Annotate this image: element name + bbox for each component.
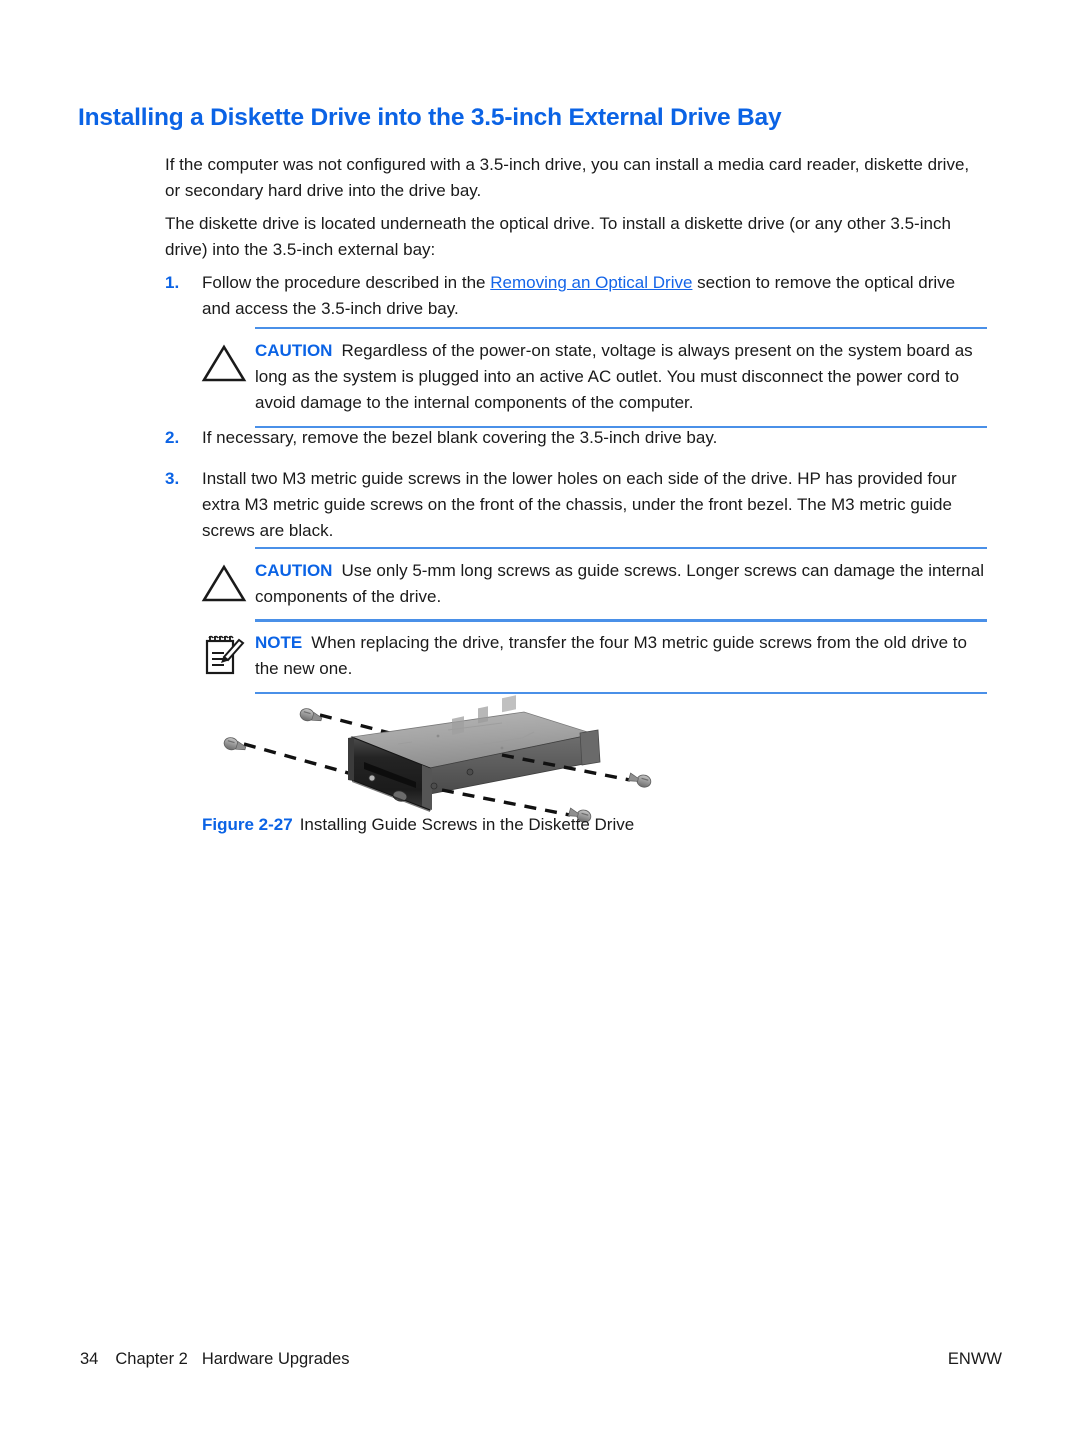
caution-callout: CAUTION Regardless of the power-on state,… xyxy=(200,327,987,428)
step-text: Install two M3 metric guide screws in th… xyxy=(202,469,957,540)
footer-chapter: Chapter 2 xyxy=(115,1350,188,1368)
footer-chapter-title: Hardware Upgrades xyxy=(201,1350,350,1368)
step-number: 1. xyxy=(165,273,180,292)
step-number: 3. xyxy=(165,469,180,488)
step-text: Follow the procedure described in the Re… xyxy=(202,270,987,322)
caution-text-block: CAUTION Use only 5-mm long screws as guid… xyxy=(255,547,987,622)
intro-paragraph-2: The diskette drive is located underneath… xyxy=(165,214,951,259)
caution-label: CAUTION xyxy=(255,561,333,580)
caution-text-block: CAUTION Regardless of the power-on state,… xyxy=(255,327,987,428)
note-text-block: NOTE When replacing the drive, transfer t… xyxy=(255,619,987,694)
step-text-before-link: Follow the procedure described in the xyxy=(202,273,491,292)
callout-rule-top xyxy=(255,327,987,329)
caution-triangle-icon xyxy=(200,561,248,605)
caution-label: CAUTION xyxy=(255,341,333,360)
callout-rule-top xyxy=(255,547,987,549)
list-item: 3. Install two M3 metric guide screws in… xyxy=(165,466,987,544)
figure-caption: Figure 2-27 Installing Guide Screws in th… xyxy=(202,814,634,836)
guide-screw xyxy=(627,772,652,788)
step-text: If necessary, remove the bezel blank cov… xyxy=(202,428,718,447)
caution-callout: CAUTION Use only 5-mm long screws as guid… xyxy=(200,547,987,622)
page-number: 34 xyxy=(80,1350,99,1368)
document-page: Installing a Diskette Drive into the 3.5… xyxy=(0,0,1080,1437)
note-text: When replacing the drive, transfer the f… xyxy=(255,633,967,678)
callout-rule-top xyxy=(255,619,987,621)
caution-text: Regardless of the power-on state, voltag… xyxy=(255,341,973,412)
footer-language-code: ENWW xyxy=(947,1350,1002,1368)
caution-text: Use only 5-mm long screws as guide screw… xyxy=(255,561,984,606)
list-item: 1. Follow the procedure described in the… xyxy=(165,270,987,322)
footer-left: 34 Chapter 2 Hardware Upgrades xyxy=(80,1350,349,1369)
link-removing-an-optical-drive[interactable]: Removing an Optical Drive xyxy=(490,273,692,292)
guide-screw xyxy=(223,737,247,751)
note-label: NOTE xyxy=(255,633,303,652)
caution-triangle-icon xyxy=(200,341,248,385)
note-callout: NOTE When replacing the drive, transfer t… xyxy=(200,619,987,694)
page-title: Installing a Diskette Drive into the 3.5… xyxy=(78,104,782,131)
figure-number: Figure 2-27 xyxy=(202,815,293,834)
guide-screw xyxy=(299,708,323,722)
step-number: 2. xyxy=(165,428,180,447)
note-pad-pencil-icon xyxy=(200,633,248,677)
intro-paragraph-1: If the computer was not configured with … xyxy=(165,155,970,200)
list-item: 2. If necessary, remove the bezel blank … xyxy=(165,425,987,451)
figure-caption-text: Installing Guide Screws in the Diskette … xyxy=(299,815,635,834)
